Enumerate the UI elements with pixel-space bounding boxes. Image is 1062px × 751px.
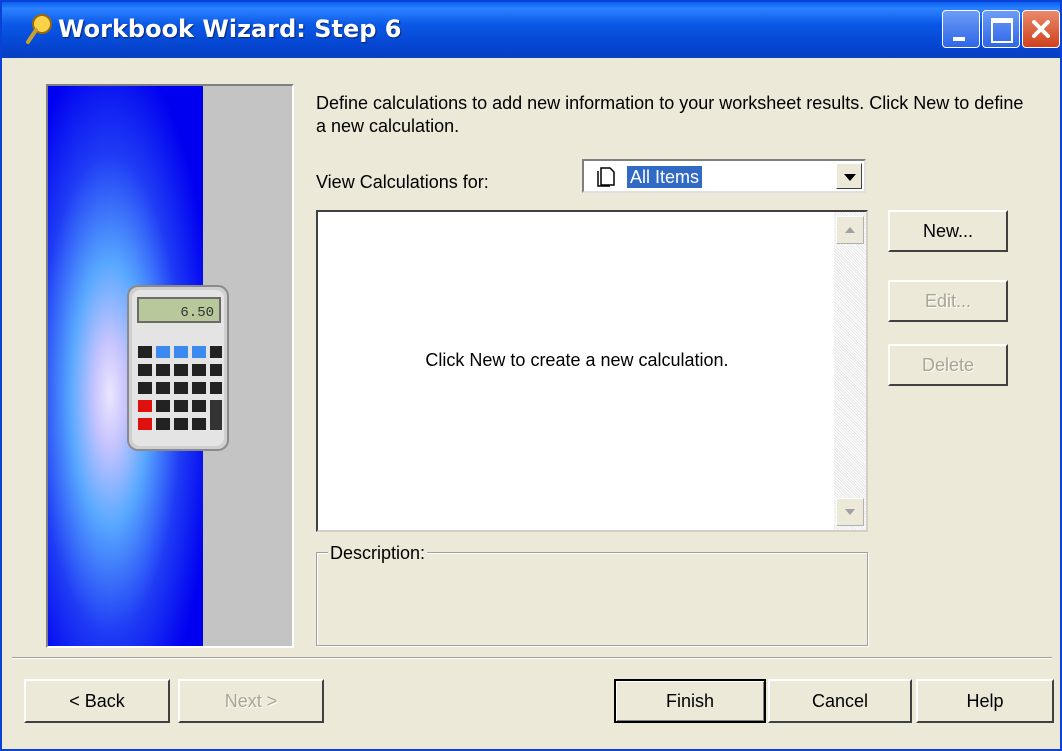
back-button[interactable]: < Back [24, 679, 170, 723]
close-button[interactable] [1022, 10, 1060, 48]
wizard-banner-image: 6.50 [46, 84, 294, 648]
maximize-button[interactable] [982, 10, 1020, 48]
view-calculations-label: View Calculations for: [316, 172, 489, 192]
close-icon [1032, 20, 1050, 38]
delete-button[interactable]: Delete [888, 344, 1008, 386]
finish-button[interactable]: Finish [614, 679, 766, 723]
scroll-up-button[interactable] [836, 216, 864, 244]
title-bar[interactable]: Workbook Wizard: Step 6 [2, 2, 1060, 58]
wizard-window: Workbook Wizard: Step 6 6.50 Define calc… [0, 0, 1062, 751]
next-button[interactable]: Next > [178, 679, 324, 723]
footer-separator [12, 657, 1052, 659]
calculator-display: 6.50 [180, 305, 214, 321]
help-button[interactable]: Help [916, 679, 1054, 723]
view-calculations-dropdown[interactable]: All Items [582, 159, 866, 193]
calculations-list[interactable]: Click New to create a new calculation. [316, 210, 868, 532]
document-icon [597, 167, 615, 187]
new-button[interactable]: New... [888, 210, 1008, 252]
description-groupbox [316, 552, 868, 646]
empty-list-message: Click New to create a new calculation. [425, 350, 729, 370]
minimize-button[interactable] [942, 10, 980, 48]
app-icon [26, 14, 52, 44]
cancel-button[interactable]: Cancel [768, 679, 912, 723]
instructions-text: Define calculations to add new informati… [316, 93, 1024, 136]
description-label: Description: [328, 543, 428, 563]
vertical-scrollbar[interactable] [834, 212, 866, 530]
edit-button[interactable]: Edit... [888, 280, 1008, 322]
window-title: Workbook Wizard: Step 6 [58, 15, 402, 43]
calculator-icon: 6.50 [127, 285, 229, 451]
scroll-down-button[interactable] [836, 498, 864, 526]
dropdown-selected-value: All Items [625, 165, 704, 189]
chevron-down-icon[interactable] [836, 163, 862, 189]
